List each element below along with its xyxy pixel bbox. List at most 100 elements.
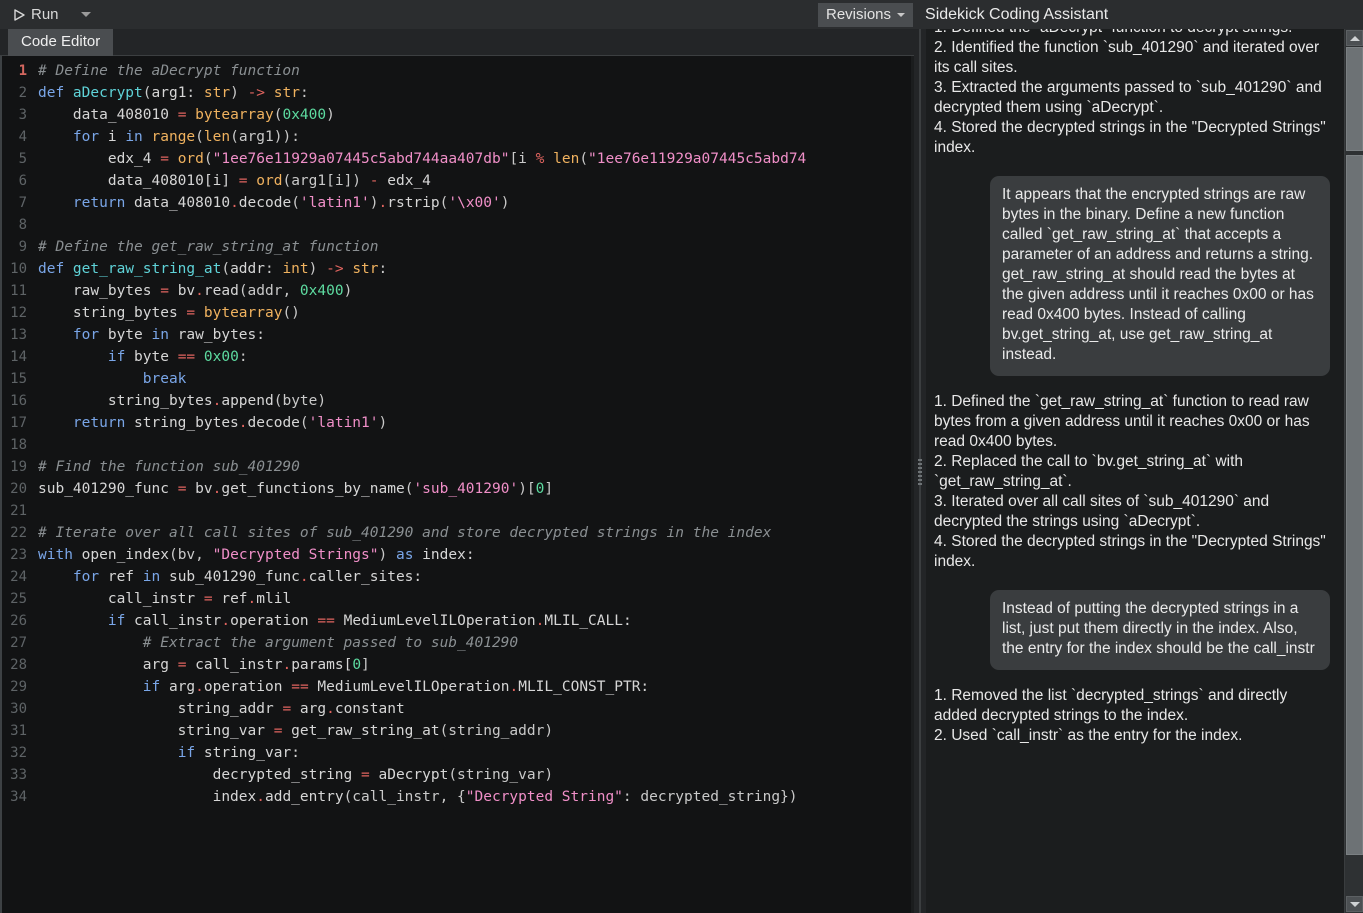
code-editor[interactable]: 1 2 3 4 5 6 7 8 9 10 11 12 13 14 15 16 17 18 19 20 21 22 23 24 2… [0,56,914,913]
code-token: # Find the function sub_401290 [38,459,300,475]
code-token: edx_4 [38,151,161,167]
code-token: len [203,129,231,145]
code-line[interactable]: if byte == 0x00: [38,346,914,368]
code-token: % [535,151,554,167]
code-token: == [177,349,204,365]
line-number: 33 [10,767,27,783]
scroll-down-arrow-icon [1349,901,1360,907]
panel-splitter[interactable] [914,29,926,913]
chat-message-list: 1. Defined the `aDecrypt` function to de… [926,29,1344,913]
code-token: . [509,679,519,695]
code-token: (addr, [238,283,300,299]
code-token: byte [107,327,152,343]
code-token: range [151,129,196,145]
code-token: call_instr [38,591,204,607]
code-token: "Decrypted String" [465,789,623,805]
code-token: : [299,85,309,101]
scrollbar-thumb-lower[interactable] [1346,155,1363,855]
code-line[interactable]: raw_bytes = bv.read(addr, 0x400) [38,280,914,302]
tab-code-editor[interactable]: Code Editor [8,29,114,56]
code-token: return [72,195,135,211]
code-token: ) [326,107,335,123]
code-line[interactable] [38,214,914,236]
code-line[interactable]: if string_var: [38,742,914,764]
revisions-button[interactable]: Revisions [818,2,914,27]
code-token: - [369,173,388,189]
code-token: def [38,85,73,101]
code-line[interactable]: def aDecrypt(arg1: str) -> str: [38,82,914,104]
code-line[interactable]: string_var = get_raw_string_at(string_ad… [38,720,914,742]
code-token: data_408010 [134,195,231,211]
code-token: . [326,701,335,717]
code-line[interactable]: sub_401290_func = bv.get_functions_by_na… [38,478,914,500]
code-line[interactable]: # Define the get_raw_string_at function [38,236,914,258]
splitter-grip-icon[interactable] [918,459,922,485]
chat-vertical-scrollbar[interactable] [1344,29,1363,913]
line-number: 13 [10,327,27,343]
scroll-up-button[interactable] [1346,30,1363,46]
code-line[interactable]: # Iterate over all call sites of sub_401… [38,522,914,544]
code-line[interactable]: edx_4 = ord("1ee76e11929a07445c5abd744aa… [38,148,914,170]
code-token: for [72,569,108,585]
code-token: if [107,613,135,629]
play-triangle-icon [14,8,25,21]
code-line[interactable]: for ref in sub_401290_func.caller_sites: [38,566,914,588]
code-token: ( [299,415,309,431]
code-token: 'latin1' [299,195,370,211]
code-line[interactable]: # Find the function sub_401290 [38,456,914,478]
code-line[interactable]: data_408010[i] = ord(arg1[i]) - edx_4 [38,170,914,192]
code-line[interactable]: string_addr = arg.constant [38,698,914,720]
code-line[interactable] [38,434,914,456]
code-text-area[interactable]: # Define the aDecrypt function def aDecry… [30,56,914,913]
code-token: 0 [352,657,362,673]
code-token: = [160,283,178,299]
code-token: decrypted_string [38,767,362,783]
code-line[interactable] [38,500,914,522]
code-token: len [553,151,580,167]
line-number: 8 [18,217,27,233]
code-token: bv [195,481,213,497]
code-line[interactable]: for byte in raw_bytes: [38,324,914,346]
code-line[interactable]: decrypted_string = aDecrypt(string_var) [38,764,914,786]
code-line[interactable]: data_408010 = bytearray(0x400) [38,104,914,126]
code-line[interactable]: for i in range(len(arg1)): [38,126,914,148]
code-token: sub_401290_func [38,481,178,497]
code-token: return [72,415,135,431]
code-token: decode [247,415,300,431]
code-token: ( [142,85,152,101]
code-token: params[ [291,657,353,673]
code-token: "Decrypted Strings" [212,547,379,563]
code-line[interactable]: # Extract the argument passed to sub_401… [38,632,914,654]
code-line[interactable]: if arg.operation == MediumLevelILOperati… [38,676,914,698]
code-line[interactable]: with open_index(bv, "Decrypted Strings")… [38,544,914,566]
code-token: for [72,327,108,343]
scroll-down-button[interactable] [1346,896,1363,912]
code-line[interactable]: string_bytes.append(byte) [38,390,914,412]
code-token: : decrypted_string}) [622,789,798,805]
code-token: for [72,129,108,145]
line-number: 1 [18,63,27,79]
code-line[interactable]: # Define the aDecrypt function [38,60,914,82]
code-line[interactable]: def get_raw_string_at(addr: int) -> str: [38,258,914,280]
line-number: 3 [18,107,27,123]
code-token: () [282,305,300,321]
code-line[interactable]: return data_408010.decode('latin1').rstr… [38,192,914,214]
code-line[interactable]: return string_bytes.decode('latin1') [38,412,914,434]
scrollbar-thumb-upper[interactable] [1346,47,1363,151]
code-line[interactable]: call_instr = ref.mlil [38,588,914,610]
code-line[interactable]: break [38,368,914,390]
line-number: 29 [10,679,27,695]
code-line[interactable]: index.add_entry(call_instr, {"Decrypted … [38,786,914,808]
line-number: 6 [18,173,27,189]
top-toolbar: Run Revisions Sidekick Coding Assistant [0,0,1363,29]
run-dropdown-chevron-down-icon[interactable] [80,12,91,17]
line-number: 23 [10,547,27,563]
code-line[interactable]: arg = call_instr.params[0] [38,654,914,676]
code-token: [i [509,151,536,167]
code-token: 'sub_401290' [413,481,519,497]
code-line[interactable]: if call_instr.operation == MediumLevelIL… [38,610,914,632]
code-line[interactable]: string_bytes = bytearray() [38,302,914,324]
run-button[interactable]: Run [6,4,67,25]
sidekick-window: Run Revisions Sidekick Coding Assistant … [0,0,1363,913]
